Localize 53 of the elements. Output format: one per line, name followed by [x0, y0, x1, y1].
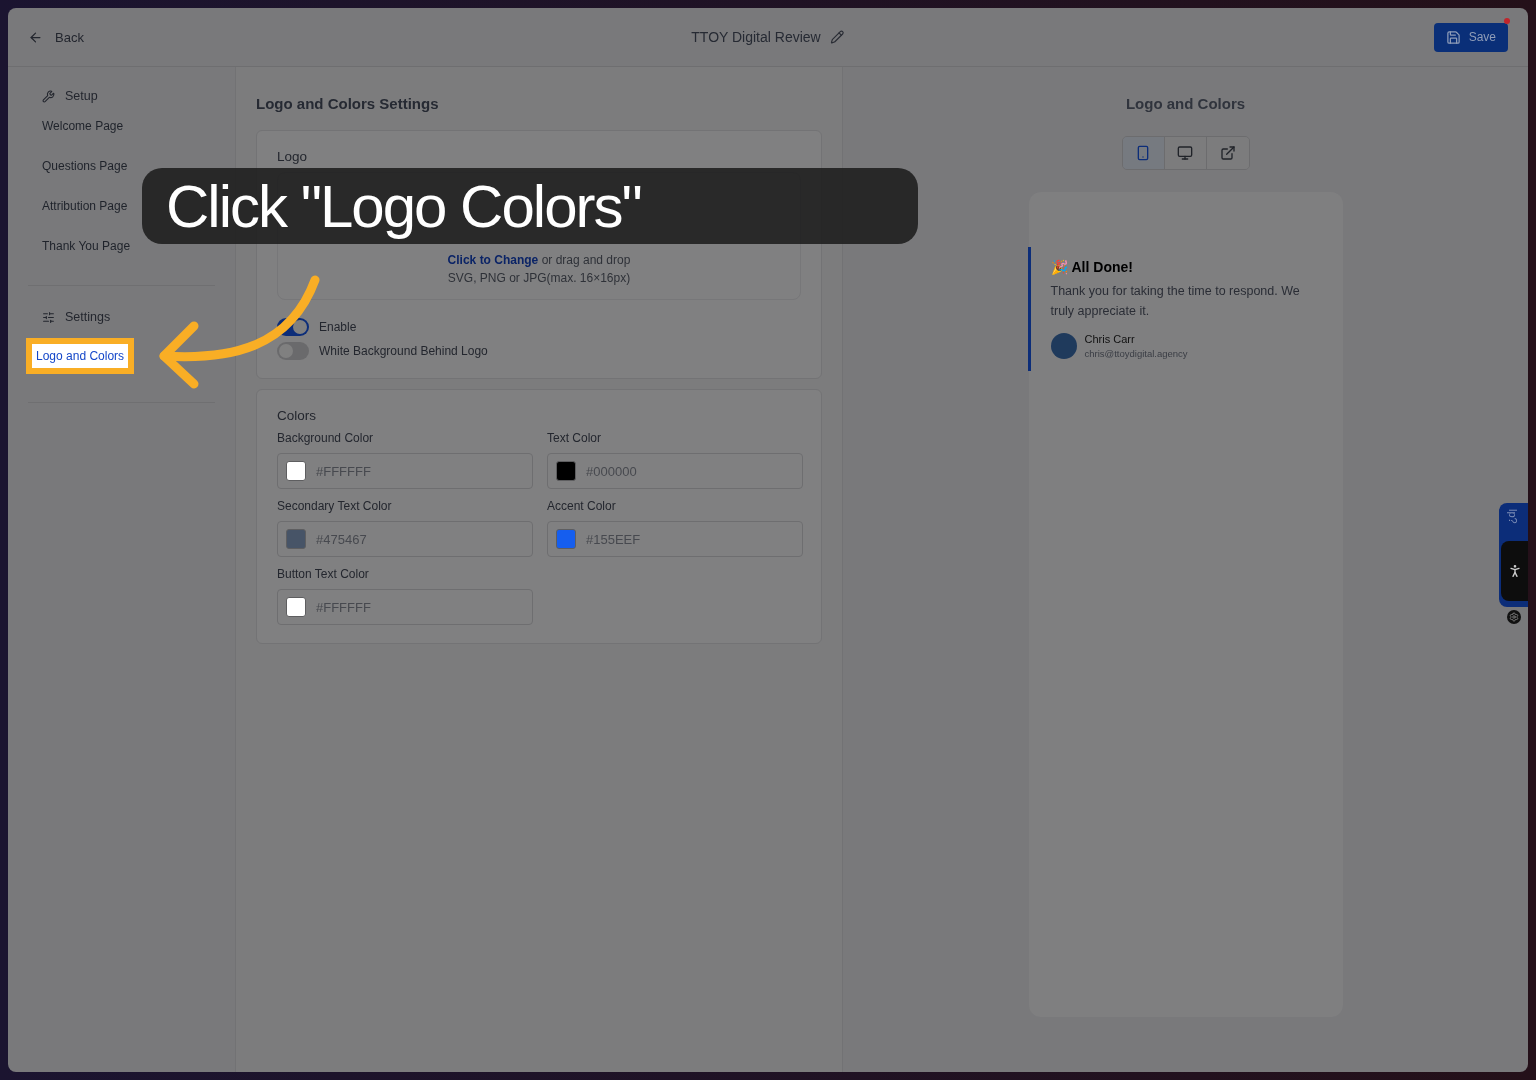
sidebar-item[interactable]: Thank You Page [28, 227, 145, 267]
upload-hint: SVG, PNG or JPG(max. 16×16px) [447, 271, 631, 285]
phone-icon [1135, 145, 1151, 161]
sliders-icon [42, 310, 55, 324]
edit-icon[interactable] [830, 30, 845, 44]
change-link[interactable]: Click to Change [447, 253, 539, 267]
save-icon [1445, 29, 1461, 45]
back-button[interactable]: Back [28, 29, 84, 45]
wrench-icon [42, 89, 55, 103]
field-label: Button Text Color [277, 567, 370, 581]
sidebar-item[interactable]: Questions Page [28, 147, 142, 187]
author-email: chris@ttoydigital.agency [1084, 348, 1188, 359]
arrow-left-icon [28, 29, 43, 45]
sidebar-heading: Setup [65, 89, 98, 103]
toggle-label: Enable [319, 320, 357, 334]
party-icon: 🎉 [1050, 259, 1068, 275]
color-field[interactable]: #000000 [547, 453, 803, 489]
color-swatch[interactable] [286, 597, 306, 617]
field-label: Background Color [277, 431, 375, 445]
survey-title: TTOY Digital Review [691, 29, 821, 45]
toggle-label: White Background Behind Logo [319, 344, 488, 358]
sidebar-item[interactable]: Welcome Page [28, 107, 138, 147]
tutorial-tooltip: Click "Logo Colors" [142, 168, 918, 244]
help-tab[interactable]: lp? [1499, 503, 1528, 607]
upload-instruction: Click to Change or drag and drop [447, 253, 631, 267]
color-swatch[interactable] [286, 461, 306, 481]
color-field[interactable]: #FFFFFF [277, 453, 533, 489]
settings-button[interactable] [1507, 610, 1521, 624]
color-swatch[interactable] [556, 529, 576, 549]
field-label: Text Color [547, 431, 603, 445]
card-heading: Logo [277, 149, 309, 164]
author-name: Chris Carr [1084, 333, 1136, 345]
accessibility-button[interactable] [1501, 541, 1528, 601]
section-title: Logo and Colors Settings [256, 95, 440, 112]
external-link-icon [1219, 145, 1236, 161]
preview-title: Logo and Colors [1125, 95, 1246, 112]
field-label: Secondary Text Color [277, 499, 393, 513]
color-swatch[interactable] [556, 461, 576, 481]
sidebar-item[interactable]: Attribution Page [28, 187, 142, 227]
device-toggle[interactable] [1122, 137, 1165, 169]
avatar [1050, 333, 1077, 359]
card-heading: Colors [277, 408, 317, 423]
color-field[interactable]: #155EEF [547, 521, 803, 557]
message-heading: All Done! [1071, 259, 1133, 275]
color-field[interactable]: #FFFFFF [277, 589, 533, 625]
message-text: Thank you for taking the time to respond. We truly appreciate it. [1050, 283, 1301, 320]
settings-icon [1509, 612, 1519, 622]
monitor-icon [1177, 145, 1193, 161]
field-label: Accent Color [547, 499, 617, 513]
color-swatch[interactable] [286, 529, 306, 549]
color-field[interactable]: #475467 [277, 521, 533, 557]
sidebar-heading: Settings [65, 310, 111, 324]
sidebar-item[interactable]: Logo and Colors [32, 344, 129, 368]
